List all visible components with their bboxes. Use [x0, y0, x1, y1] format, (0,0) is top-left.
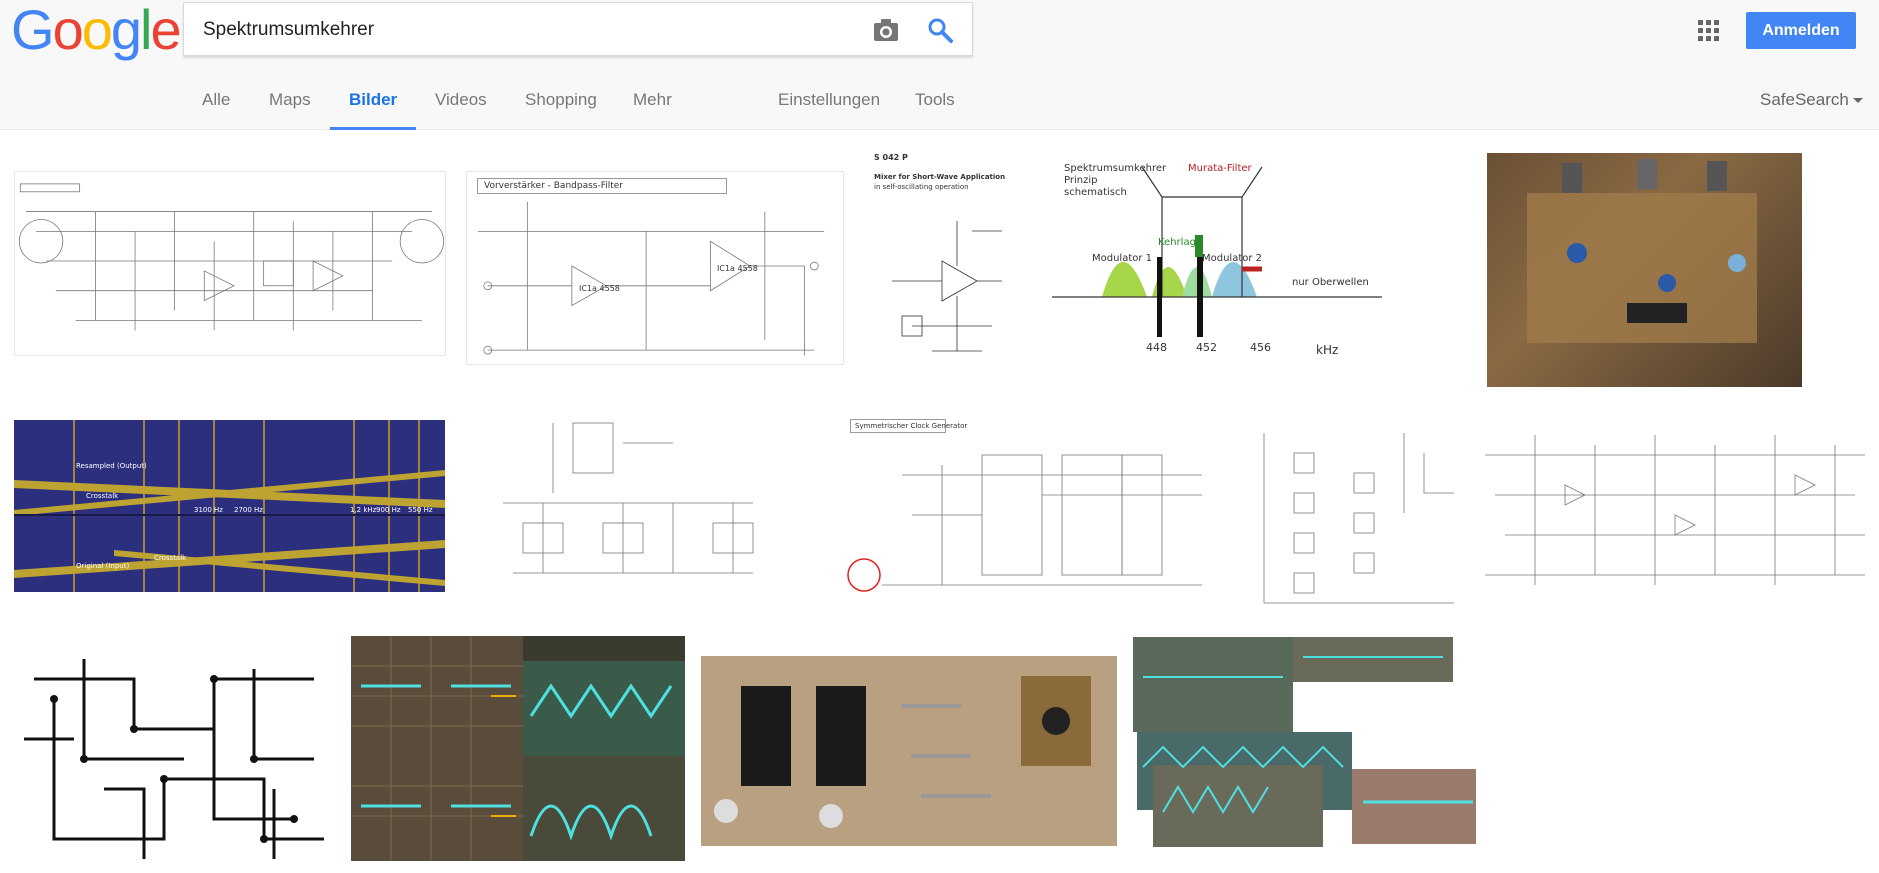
diagram-label: Murata-Filter — [1188, 163, 1252, 174]
tab-tools[interactable]: Tools — [915, 90, 955, 130]
chevron-down-icon — [1852, 98, 1863, 104]
tab-mehr[interactable]: Mehr — [633, 90, 672, 130]
image-result[interactable] — [1475, 415, 1879, 595]
image-result[interactable]: Symmetrischer Clock Generator — [842, 415, 1212, 603]
google-logo[interactable]: Google — [11, 0, 182, 61]
schematic-thumbnail — [477, 201, 825, 356]
camera-icon[interactable] — [872, 17, 900, 43]
image-result[interactable]: Spektrumsumkehrer Prinzip schematisch Mu… — [1052, 157, 1382, 369]
spectrogram-label: Resampled (Output) — [76, 462, 147, 470]
image-result[interactable] — [351, 636, 685, 861]
schematic-thumbnail — [847, 454, 1202, 592]
diagram-label: schematisch — [1064, 187, 1127, 198]
diagram-label: Spektrumsumkehrer — [1064, 163, 1167, 174]
tab-alle[interactable]: Alle — [202, 90, 230, 130]
image-result[interactable] — [493, 403, 763, 597]
schematic-thumbnail — [892, 221, 1002, 352]
diagram-label: Modulator 1 — [1092, 253, 1153, 264]
spectrogram-label: 3100 Hz — [194, 506, 223, 514]
apps-grid-icon[interactable] — [1698, 20, 1719, 41]
pcb-layout-image — [24, 659, 324, 859]
axis-tick: 452 — [1196, 341, 1217, 354]
spectrogram-label: 2700 Hz — [234, 506, 263, 514]
diagram-label: nur Oberwellen — [1292, 277, 1369, 288]
spectrogram-label: Crosstalk — [86, 492, 119, 500]
schematic-thumbnail — [1263, 433, 1454, 604]
schematic-thumbnail — [1485, 435, 1865, 585]
spectrogram-label: 550 Hz — [408, 506, 433, 514]
image-result[interactable] — [1133, 637, 1476, 849]
spectrogram-label: Original (Input) — [76, 562, 130, 570]
axis-tick: 448 — [1146, 341, 1167, 354]
logo-letter: g — [110, 0, 142, 61]
spectrogram-label: Crosstalk — [154, 554, 187, 562]
search-box — [183, 2, 973, 56]
opamp-label: IC1a 4558 — [579, 284, 620, 293]
diagram-label: Prinzip — [1064, 175, 1098, 186]
image-result[interactable]: Vorverstärker - Bandpass-Filter IC1a 455… — [466, 171, 844, 365]
diagram-label: Modulator 2 — [1202, 253, 1263, 264]
tab-shopping[interactable]: Shopping — [525, 90, 597, 130]
image-result[interactable] — [14, 171, 446, 356]
circuit-photo-placeholder — [1527, 159, 1757, 343]
logo-letter: o — [52, 0, 84, 61]
image-result[interactable] — [1487, 153, 1802, 387]
header: Google Anmelden Alle Maps Bilder Videos … — [0, 0, 1879, 130]
logo-letter: l — [140, 0, 153, 61]
breadboard-photo — [701, 656, 1117, 846]
diagram-label: Kehrlage — [1158, 237, 1203, 248]
tab-bilder[interactable]: Bilder — [330, 90, 417, 130]
image-result[interactable] — [14, 639, 337, 869]
tab-videos[interactable]: Videos — [435, 90, 487, 130]
oscilloscope-collage — [351, 636, 685, 861]
safesearch-dropdown[interactable]: SafeSearch — [1760, 90, 1863, 110]
tab-einstellungen[interactable]: Einstellungen — [778, 90, 880, 130]
logo-letter: o — [81, 0, 113, 61]
axis-tick: 456 — [1250, 341, 1271, 354]
sign-in-button[interactable]: Anmelden — [1746, 12, 1856, 49]
search-input[interactable] — [203, 15, 843, 45]
image-result[interactable]: S 042 P Mixer for Short-Wave Application… — [872, 151, 1012, 371]
logo-letter: G — [11, 0, 55, 61]
oscilloscope-collage — [1133, 637, 1476, 847]
image-result[interactable] — [1254, 413, 1458, 611]
image-results-grid: Vorverstärker - Bandpass-Filter IC1a 455… — [0, 131, 1879, 873]
search-icon[interactable] — [926, 16, 954, 44]
tab-maps[interactable]: Maps — [269, 90, 311, 130]
opamp-label: IC1a 4558 — [717, 264, 758, 273]
schematic-thumbnail — [503, 422, 754, 574]
logo-letter: e — [150, 0, 181, 61]
image-result[interactable]: Resampled (Output) Crosstalk 3100 Hz 270… — [14, 420, 445, 592]
spectrogram-label: 900 Hz — [376, 506, 401, 514]
safesearch-label: SafeSearch — [1760, 90, 1849, 109]
spectrogram-label: 1,2 kHz — [350, 506, 377, 514]
image-result[interactable] — [701, 656, 1117, 846]
search-tabs: Alle Maps Bilder Videos Shopping Mehr Ei… — [0, 80, 1879, 130]
schematic-thumbnail — [18, 183, 445, 331]
axis-unit: kHz — [1316, 343, 1339, 357]
